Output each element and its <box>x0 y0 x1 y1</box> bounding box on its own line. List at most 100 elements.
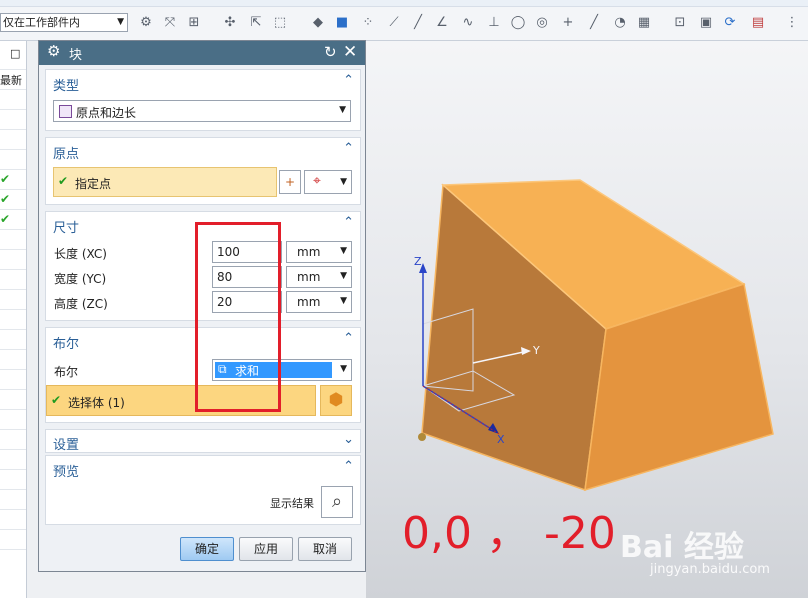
point-type-select[interactable]: ⌖ ▼ <box>304 170 352 194</box>
dialog-titlebar[interactable]: ⚙ 块 ↻ ✕ <box>39 41 365 65</box>
chevron-down-icon[interactable]: ▼ <box>339 105 346 115</box>
chevron-down-icon[interactable]: ▼ <box>340 364 347 374</box>
list-item[interactable] <box>0 329 26 350</box>
grid-icon[interactable]: ▦ <box>636 14 652 30</box>
select-body-label: 选择体 (1) <box>68 396 125 410</box>
chevron-down-icon[interactable]: ▼ <box>340 296 347 306</box>
list-item[interactable] <box>0 289 26 310</box>
chevron-down-icon[interactable]: ▼ <box>340 177 347 187</box>
check-icon: ✔ <box>0 212 11 226</box>
ok-button[interactable]: 确定 <box>180 537 234 561</box>
settings-section[interactable]: 设置 ⌄ <box>45 429 361 453</box>
cancel-button[interactable]: 取消 <box>298 537 352 561</box>
fit-icon[interactable]: ⊡ <box>672 14 688 30</box>
y-axis-label: Y <box>532 344 540 357</box>
list-item[interactable] <box>0 129 26 150</box>
reset-icon[interactable]: ↻ <box>324 43 337 61</box>
inferred-point-icon: ⌖ <box>313 173 321 189</box>
angle-icon[interactable]: ∠ <box>434 14 450 30</box>
list-item[interactable] <box>0 269 26 290</box>
move-icon[interactable]: ✣ <box>222 14 238 30</box>
solid-body-icon[interactable]: ⬢ <box>320 385 352 416</box>
chevron-up-icon[interactable]: ⌃ <box>343 215 354 230</box>
chevron-down-icon[interactable]: ▼ <box>117 14 124 31</box>
selection-scope-select[interactable]: 仅在工作部件内 ▼ <box>0 13 128 32</box>
list-item[interactable] <box>0 449 26 470</box>
point-dialog-button[interactable]: + <box>279 170 301 194</box>
preview-section-title[interactable]: 预览 <box>53 461 79 480</box>
circle-icon[interactable]: ◯ <box>510 14 526 30</box>
ribbon-edge <box>0 0 808 7</box>
select-icon[interactable]: ⇱ <box>248 14 264 30</box>
list-item[interactable] <box>0 229 26 250</box>
chevron-down-icon[interactable]: ▼ <box>340 271 347 281</box>
cross-icon[interactable]: + <box>560 14 576 30</box>
sphere-icon[interactable]: ◔ <box>612 14 628 30</box>
view-icon[interactable]: ▣ <box>698 14 714 30</box>
width-unit-select[interactable]: mm ▼ <box>286 266 352 288</box>
more-icon[interactable]: ⋮ <box>784 14 800 30</box>
cube-icon[interactable]: ■ <box>334 14 350 30</box>
list-item[interactable] <box>0 469 26 490</box>
list-item[interactable]: ✔ <box>0 209 26 230</box>
origin-marker <box>418 433 426 441</box>
list-item[interactable] <box>0 89 26 110</box>
list-item[interactable] <box>0 149 26 170</box>
list-item[interactable] <box>0 389 26 410</box>
navigator-header: 最新 <box>0 69 26 90</box>
annotation-text: 0,0 ， -20 <box>402 508 616 559</box>
list-item[interactable] <box>0 429 26 450</box>
shade-icon[interactable]: ◆ <box>310 14 326 30</box>
top-toolbar: 仅在工作部件内 ▼ ⚙ ⤧ ⊞ ✣ ⇱ ⬚ ◆ ■ ⁘ ⟋ ╱ ∠ ∿ ⊥ ◯ … <box>0 0 808 41</box>
filter-icon[interactable]: ⤧ <box>162 14 178 30</box>
list-item[interactable]: ✔ <box>0 189 26 210</box>
show-result-label: 显示结果 <box>270 497 314 510</box>
type-section-title[interactable]: 类型 <box>53 75 79 94</box>
chevron-up-icon[interactable]: ⌃ <box>343 459 354 474</box>
type-select[interactable]: 原点和边长 ▼ <box>53 100 351 122</box>
box-select-icon[interactable]: ⬚ <box>272 14 288 30</box>
node-icon[interactable]: ⁘ <box>360 14 376 30</box>
list-item[interactable] <box>0 109 26 130</box>
origin-section-title[interactable]: 原点 <box>53 143 79 162</box>
height-unit-select[interactable]: mm ▼ <box>286 291 352 313</box>
line-icon[interactable]: ⟋ <box>386 14 402 30</box>
magnifier-icon[interactable]: ⌕ <box>321 486 353 518</box>
refresh-icon[interactable]: ⟳ <box>722 14 738 30</box>
list-item[interactable] <box>0 529 26 550</box>
list-item[interactable]: ✔ <box>0 169 26 190</box>
target-icon[interactable]: ◎ <box>534 14 550 30</box>
snap-icon[interactable]: ⚙ <box>138 14 154 30</box>
tangent-icon[interactable]: ⊥ <box>486 14 502 30</box>
chevron-up-icon[interactable]: ⌃ <box>343 73 354 88</box>
length-unit: mm <box>297 245 321 259</box>
boolean-label: 布尔 <box>54 365 79 379</box>
chevron-down-icon[interactable]: ▼ <box>340 246 347 256</box>
list-item[interactable] <box>0 349 26 370</box>
specify-point-row[interactable]: ✔ 指定点 <box>53 167 277 197</box>
list-item[interactable] <box>0 409 26 430</box>
height-unit: mm <box>297 295 321 309</box>
slash2-icon[interactable]: ╱ <box>586 14 602 30</box>
close-icon[interactable]: ✕ <box>343 42 357 62</box>
boolean-section-title[interactable]: 布尔 <box>53 333 79 352</box>
length-unit-select[interactable]: mm ▼ <box>286 241 352 263</box>
chevron-up-icon[interactable]: ⌃ <box>343 331 354 346</box>
list-item[interactable] <box>0 369 26 390</box>
list-item[interactable] <box>0 309 26 330</box>
dimensions-section-title[interactable]: 尺寸 <box>53 217 79 236</box>
slash-icon[interactable]: ╱ <box>410 14 426 30</box>
list-item[interactable] <box>0 509 26 530</box>
point-icon[interactable]: ⊞ <box>186 14 202 30</box>
check-icon: ✔ <box>51 393 62 407</box>
gear-icon[interactable]: ⚙ <box>47 42 60 60</box>
layout-icon[interactable]: ▤ <box>750 14 766 30</box>
spline-icon[interactable]: ∿ <box>460 14 476 30</box>
restore-icon[interactable]: □ <box>10 47 20 60</box>
chevron-down-icon[interactable]: ⌄ <box>343 432 354 447</box>
list-item[interactable] <box>0 489 26 510</box>
list-item[interactable] <box>0 249 26 270</box>
chevron-up-icon[interactable]: ⌃ <box>343 141 354 156</box>
apply-button[interactable]: 应用 <box>239 537 293 561</box>
settings-section-title[interactable]: 设置 <box>53 434 79 453</box>
